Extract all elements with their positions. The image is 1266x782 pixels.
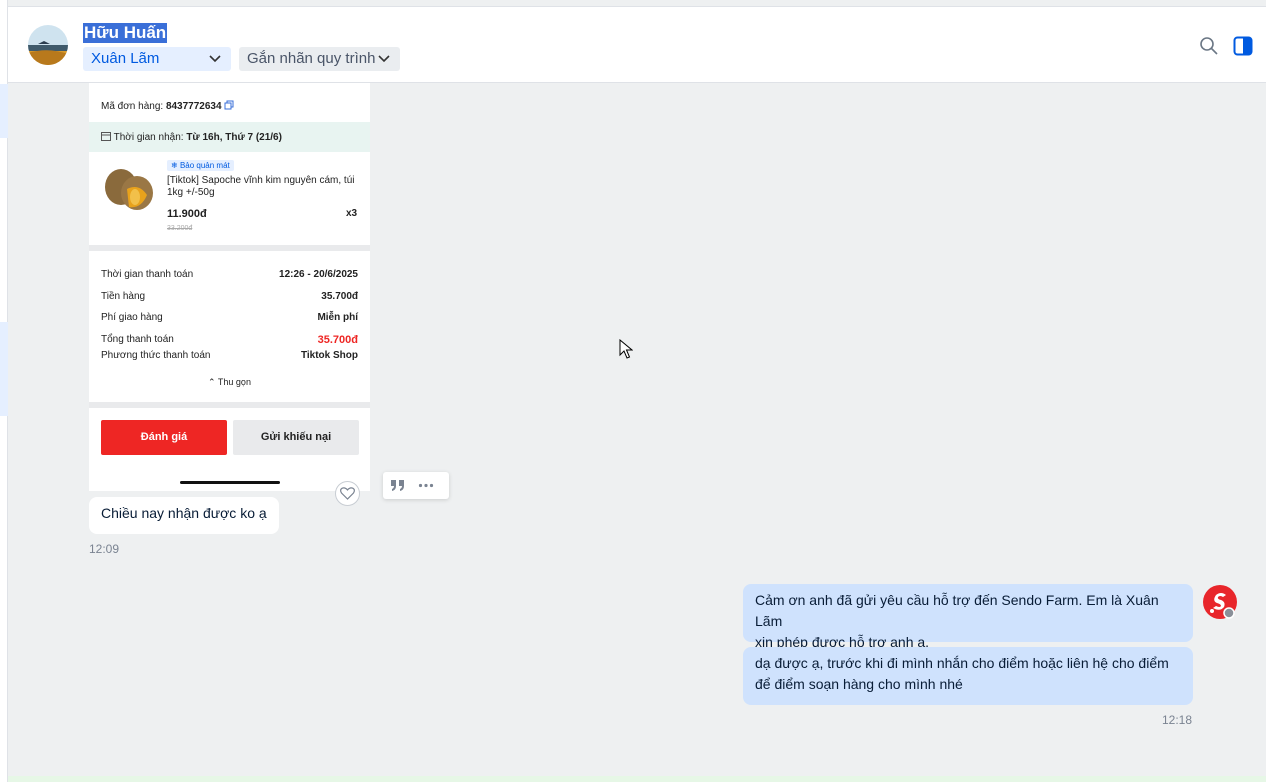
product-name-line: [Tiktok] Sapoche vĩnh kim nguyên cám, tú… (167, 175, 355, 186)
cold-storage-badge-label: Bảo quản mát (179, 161, 230, 170)
order-screenshot-image[interactable]: Mã đơn hàng: 8437772634 Thời gian nhận: … (89, 83, 370, 491)
method-label: Phương thức thanh toán (101, 350, 211, 361)
payment-time-row: Thời gian thanh toán 12:26 - 20/6/2025 (101, 269, 358, 280)
mouse-cursor-icon (619, 339, 633, 359)
method-value: Tiktok Shop (300, 350, 358, 361)
old-price: 33.200đ (167, 225, 193, 232)
shipping-label: Phí giao hàng (101, 312, 163, 323)
cold-storage-badge: ❄ Bảo quản mát (167, 160, 234, 171)
composer-edge (8, 776, 1266, 782)
calendar-icon (101, 132, 111, 141)
contact-avatar[interactable] (28, 25, 68, 65)
assignee-label: Xuân Lãm (91, 50, 160, 67)
outgoing-message[interactable]: dạ được ạ, trước khi đi mình nhắn cho đi… (743, 647, 1193, 705)
process-tag-dropdown[interactable]: Gắn nhãn quy trình (239, 47, 400, 71)
order-code: 8437772634 (165, 101, 222, 112)
product-quantity: x3 (346, 208, 358, 219)
assignee-dropdown[interactable]: Xuân Lãm (83, 47, 231, 71)
heart-icon (340, 487, 355, 500)
chevron-up-icon: ⌃ (208, 377, 216, 387)
receive-time-row: Thời gian nhận: Từ 16h, Thứ 7 (21/6) (101, 131, 282, 143)
react-heart-button[interactable] (335, 481, 360, 506)
message-timestamp: 12:18 (1162, 713, 1193, 727)
message-text-line: để điểm soạn hàng cho mình nhé (755, 676, 963, 692)
total-value: 35.700đ (317, 334, 358, 346)
message-area[interactable]: Mã đơn hàng: 8437772634 Thời gian nhận: … (8, 83, 1266, 782)
section-divider (89, 402, 370, 408)
collapse-label: Thu gọn (217, 377, 251, 387)
message-timestamp: 12:09 (89, 542, 120, 556)
message-text: Chiều nay nhận được ko ạ (101, 505, 267, 521)
shipping-value: Miễn phí (317, 312, 358, 323)
section-divider (89, 245, 370, 251)
product-price: 11.900đ (167, 208, 207, 220)
order-code-label: Mã đơn hàng: (101, 101, 164, 112)
toggle-panel-icon[interactable] (1233, 36, 1253, 56)
message-text-line: Cảm ơn anh đã gửi yêu cầu hỗ trợ đến Sen… (755, 592, 1159, 629)
order-code-row: Mã đơn hàng: 8437772634 (101, 100, 234, 112)
message-actions-toolbar (383, 472, 449, 499)
chevron-down-icon (209, 55, 221, 63)
payment-time: 12:26 - 20/6/2025 (279, 269, 358, 280)
search-icon[interactable] (1199, 36, 1219, 56)
chevron-down-icon (378, 55, 390, 63)
list-selection-mark (0, 322, 8, 416)
copy-icon (224, 100, 234, 110)
quote-icon[interactable] (390, 478, 406, 493)
message-text-line: dạ được ạ, trước khi đi mình nhắn cho đi… (755, 655, 1169, 671)
list-selection-mark (0, 84, 8, 138)
contact-name: Hữu Huấn (83, 23, 168, 43)
rate-button: Đánh giá (101, 420, 227, 455)
collapse-link: ⌃ Thu gọn (89, 377, 370, 388)
goods-label: Tiền hàng (101, 291, 146, 302)
outgoing-message[interactable]: Cảm ơn anh đã gửi yêu cầu hỗ trợ đến Sen… (743, 584, 1193, 650)
shipping-row: Phí giao hàng Miễn phí (101, 312, 358, 323)
total-label: Tổng thanh toán (101, 334, 174, 345)
chat-header: Hữu Huấn Xuân Lãm Gắn nhãn quy trình (8, 6, 1266, 83)
conversation-list-edge (0, 0, 8, 782)
product-name: [Tiktok] Sapoche vĩnh kim nguyên cám, tú… (167, 175, 355, 199)
receive-time: Từ 16h, Thứ 7 (21/6) (186, 132, 282, 143)
total-row: Tổng thanh toán 35.700đ (101, 334, 358, 346)
product-name-line: 1kg +/-50g (167, 187, 215, 198)
process-tag-label: Gắn nhãn quy trình (247, 50, 376, 67)
goods-value: 35.700đ (321, 291, 358, 302)
goods-row: Tiền hàng 35.700đ (101, 291, 358, 302)
incoming-message[interactable]: Chiều nay nhận được ko ạ (89, 497, 279, 534)
product-image (105, 169, 153, 210)
complaint-button: Gửi khiếu nại (233, 420, 359, 455)
agent-avatar[interactable] (1203, 585, 1237, 619)
method-row: Phương thức thanh toán Tiktok Shop (101, 350, 358, 361)
home-indicator (180, 481, 280, 484)
payment-time-label: Thời gian thanh toán (101, 269, 194, 280)
more-options-icon[interactable] (418, 483, 434, 488)
receive-time-label: Thời gian nhận: (113, 132, 184, 143)
sendo-logo-icon (1210, 593, 1235, 619)
